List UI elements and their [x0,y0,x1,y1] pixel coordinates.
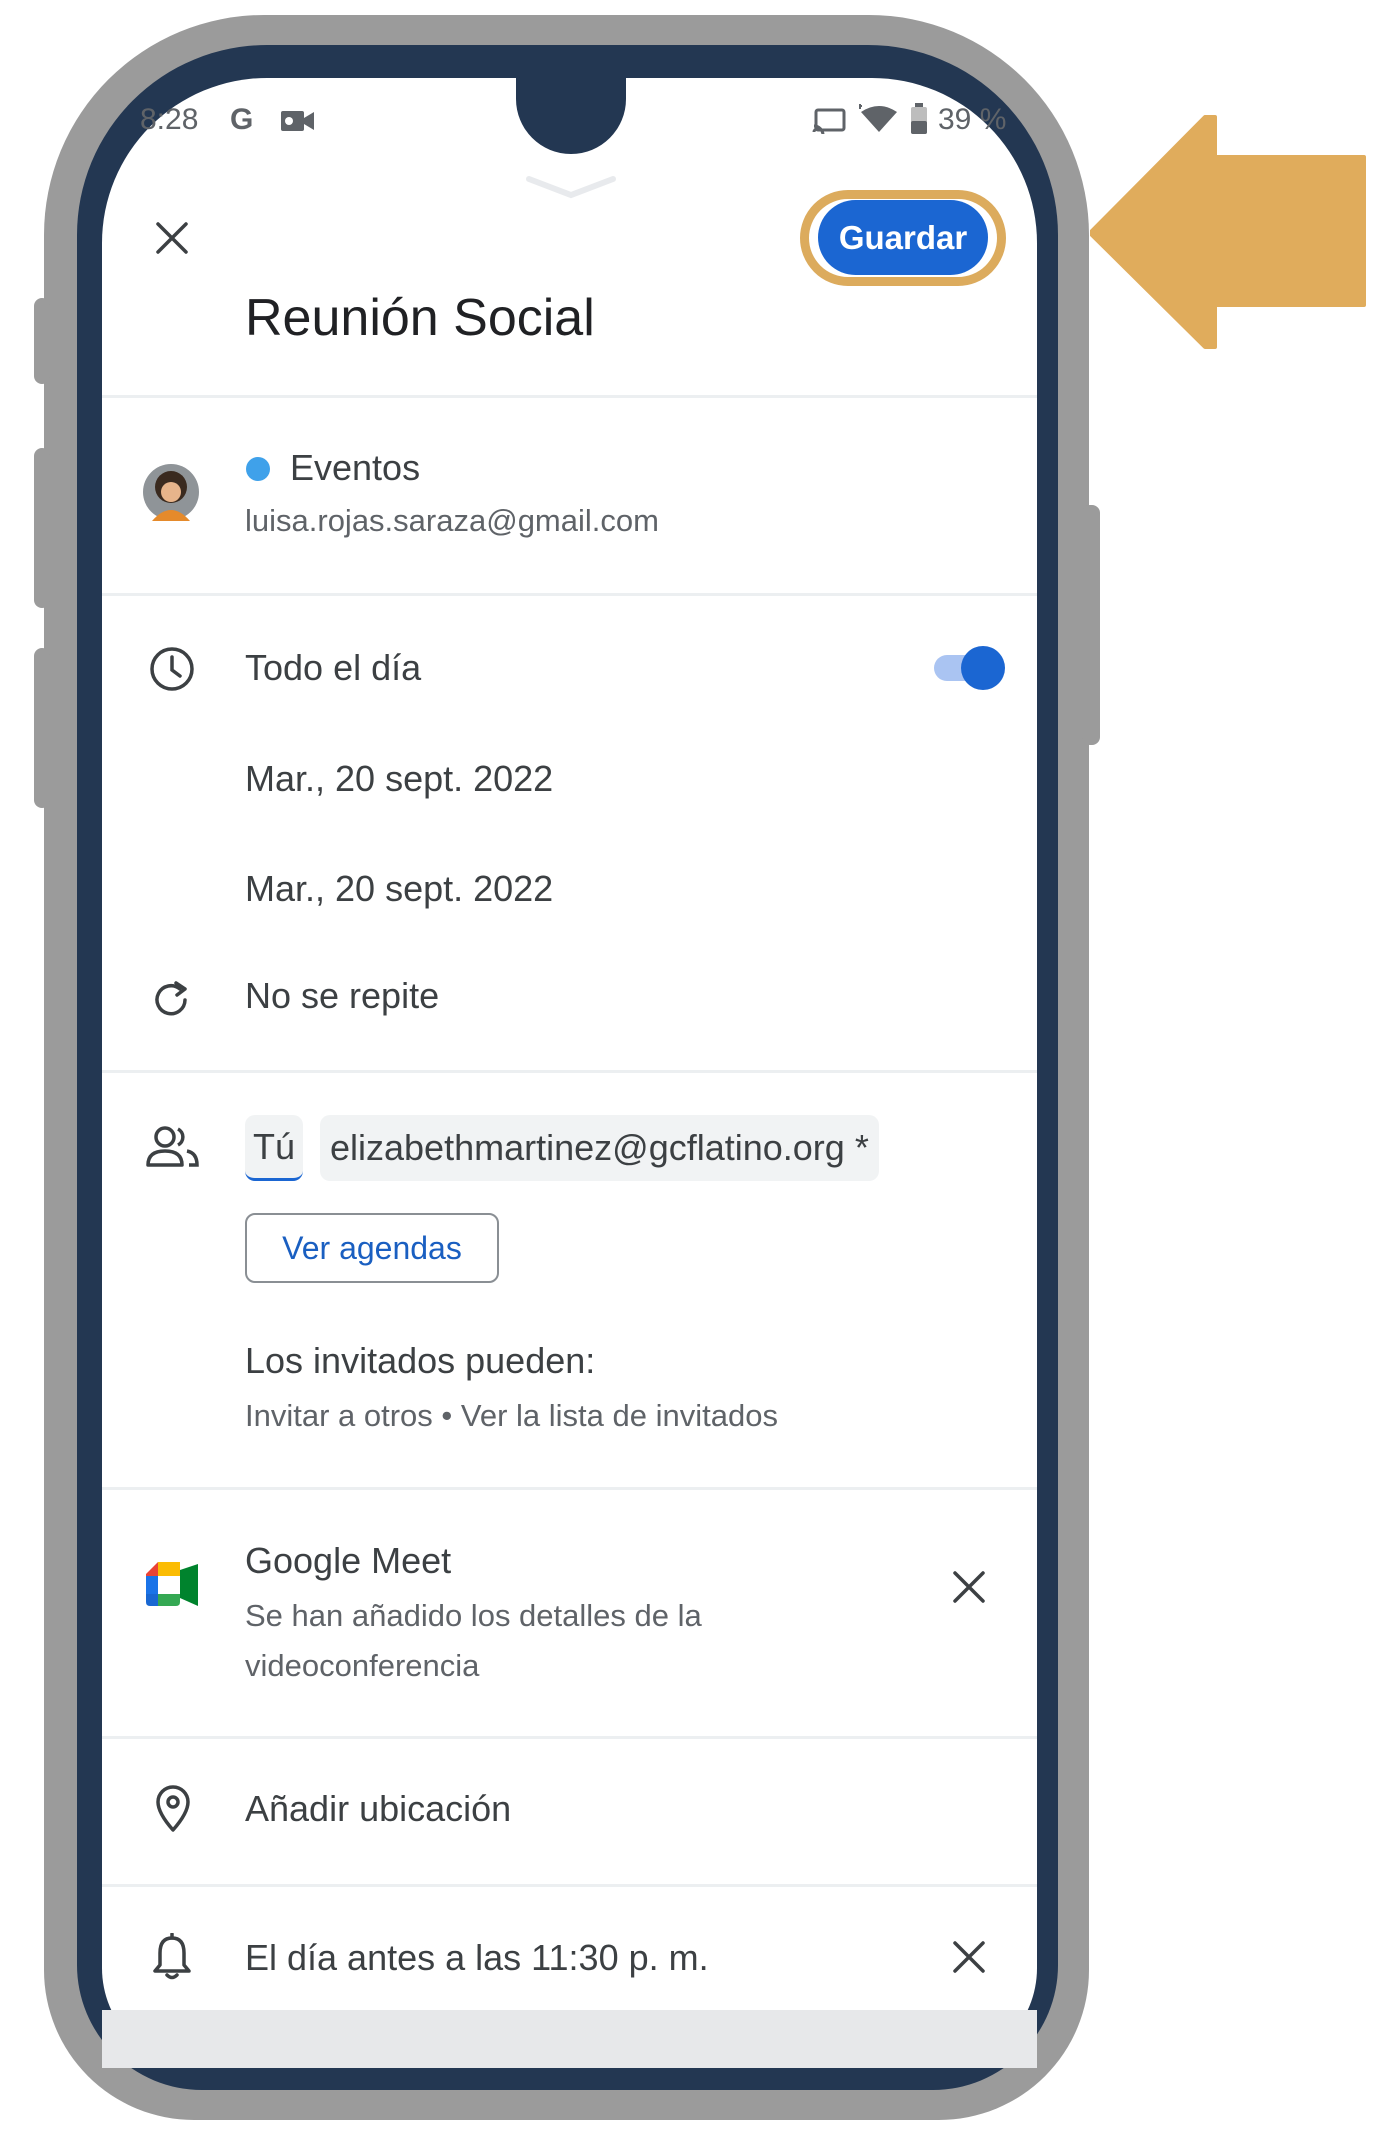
event-title[interactable]: Reunión Social [245,288,595,348]
divider [102,1070,1037,1073]
remove-meet-icon[interactable] [952,1570,986,1604]
guest-permissions-title[interactable]: Los invitados pueden: [245,1340,595,1382]
phone-side-button [1082,505,1100,745]
pointer-arrow-icon [1090,115,1366,349]
google-meet-icon [146,1562,198,1606]
view-schedules-button[interactable]: Ver agendas [245,1213,499,1283]
divider [102,1487,1037,1490]
divider [102,395,1037,398]
divider [102,593,1037,596]
calendar-color-dot [246,457,270,481]
phone-side-button [34,648,50,808]
all-day-label: Todo el día [245,647,422,688]
meet-title: Google Meet [245,1540,452,1581]
add-location[interactable]: Añadir ubicación [245,1788,511,1830]
calendar-name[interactable]: Eventos [290,447,420,489]
phone-screen [102,78,1037,2068]
phone-side-button [34,298,50,384]
guest-permissions-detail[interactable]: Invitar a otros • Ver la lista de invita… [245,1398,778,1434]
start-date[interactable]: Mar., 20 sept. 2022 [245,758,553,800]
location-pin-icon [156,1785,190,1832]
repeat-setting[interactable]: No se repite [245,975,439,1017]
battery-status-icon [911,103,927,134]
notification-text[interactable]: El día antes a las 11:30 p. m. [245,1937,709,1979]
drag-handle-icon[interactable] [525,175,617,199]
cast-status-icon [812,108,846,134]
video-status-icon [281,111,314,131]
divider [102,1736,1037,1739]
repeat-icon [155,981,187,1016]
divider [102,1884,1037,1887]
meet-detail-line1: Se han añadido los detalles de la [245,1598,702,1633]
bottom-bar [102,2010,1037,2068]
wifi-status-icon [859,104,897,132]
clock-icon [150,647,194,691]
remove-notification-icon[interactable] [952,1940,986,1974]
save-button[interactable]: Guardar [818,200,988,275]
end-date[interactable]: Mar., 20 sept. 2022 [245,868,553,910]
guest-chip-self[interactable]: Tú [245,1115,303,1181]
google-status-icon: G [230,103,254,136]
battery-percent: 39 % [938,103,1007,136]
calendar-account: luisa.rojas.saraza@gmail.com [245,503,659,538]
status-time: 8:28 [140,103,199,136]
all-day-toggle[interactable] [930,642,1010,694]
phone-side-button [34,448,50,608]
bell-icon [153,1933,191,1980]
guest-chip-email[interactable]: elizabethmartinez@gcflatino.org * [320,1115,879,1181]
close-icon[interactable] [154,220,190,256]
people-icon [146,1126,199,1167]
avatar [143,464,199,521]
meet-detail-line2: videoconferencia [245,1648,480,1683]
